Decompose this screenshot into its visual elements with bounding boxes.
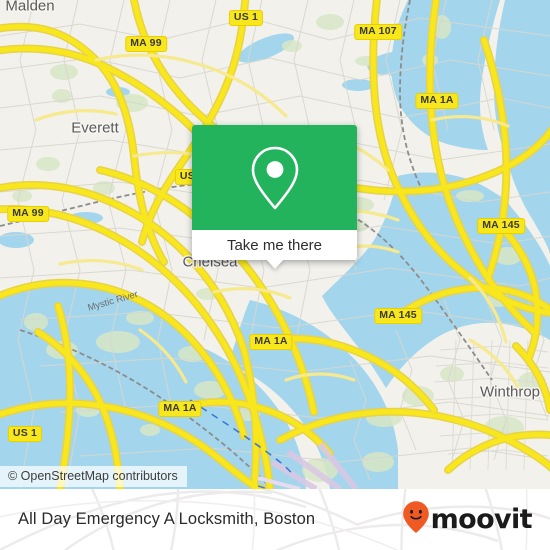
road-shield: MA 1A (249, 334, 293, 350)
road-shield: MA 1A (158, 401, 202, 417)
map-place-label: Winthrop (479, 383, 541, 401)
take-me-there-button[interactable]: Take me there (192, 230, 357, 260)
road-shield: MA 145 (374, 308, 422, 324)
popup-pointer-tail (265, 259, 284, 269)
road-shield: MA 145 (477, 218, 525, 234)
road-shield: MA 107 (354, 24, 402, 40)
popup-header (192, 125, 357, 230)
moovit-wordmark: moovit (430, 504, 533, 535)
road-shield: MA 99 (7, 206, 49, 222)
location-popup-card[interactable]: Take me there (192, 125, 357, 269)
place-title: All Day Emergency A Locksmith, Boston (18, 510, 316, 528)
road-shield: MA 99 (125, 36, 167, 52)
road-shield: MA 1A (415, 93, 459, 109)
map-place-label: Malden (5, 0, 55, 15)
footer-bar: All Day Emergency A Locksmith, Boston mo… (0, 489, 550, 550)
osm-attribution[interactable]: © OpenStreetMap contributors (0, 466, 187, 487)
road-shield: US 1 (228, 10, 264, 26)
moovit-logo[interactable]: moovit (402, 500, 533, 539)
map-place-label: Everett (71, 119, 119, 137)
moovit-pin-smiley-icon (402, 500, 430, 539)
road-shield: US 1 (7, 426, 43, 442)
map-pin-icon (249, 145, 301, 211)
map-screenshot: Malden Everett Chelsea Winthrop Mystic R… (0, 0, 550, 550)
